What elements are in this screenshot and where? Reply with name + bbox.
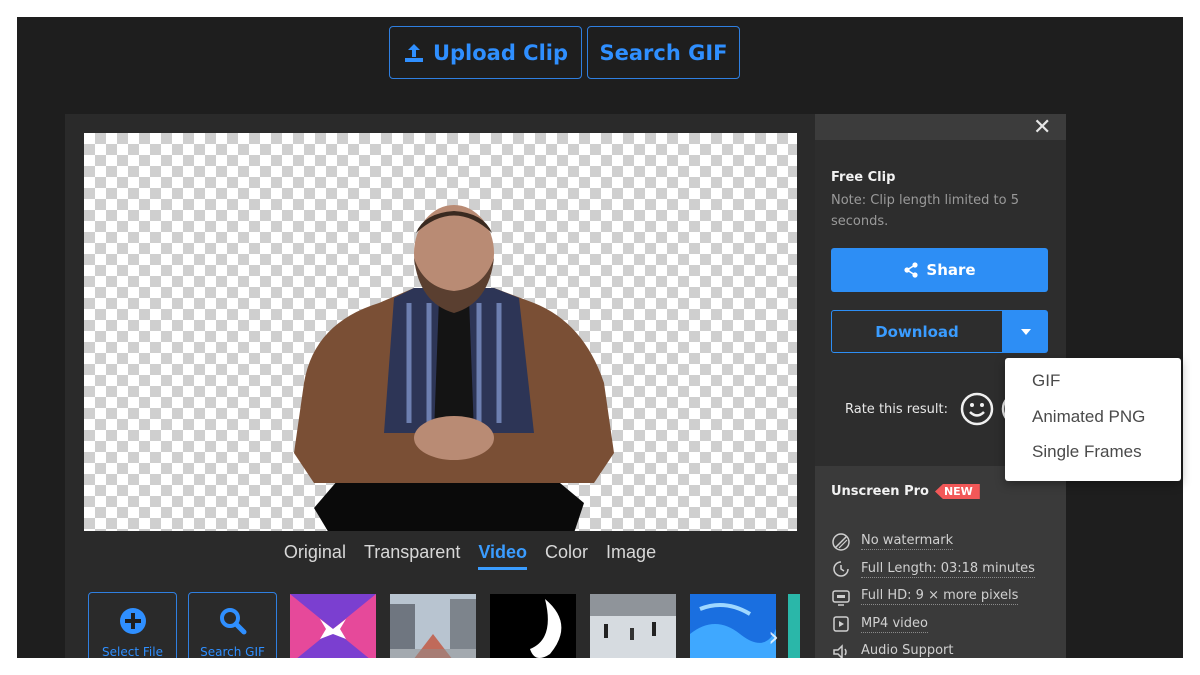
search-gif-button[interactable]: Search GIF bbox=[587, 26, 740, 79]
upload-icon bbox=[404, 43, 423, 62]
share-label: Share bbox=[926, 261, 976, 279]
share-icon bbox=[904, 262, 919, 278]
add-circle-icon bbox=[119, 608, 146, 634]
tab-transparent[interactable]: Transparent bbox=[364, 542, 460, 570]
video-preview-subject bbox=[294, 205, 614, 531]
thumbnail-city-street[interactable] bbox=[390, 594, 476, 658]
thumbnail-pink-x[interactable] bbox=[290, 594, 376, 658]
feature-no-watermark: No watermark bbox=[831, 528, 1035, 556]
thumbnail-blue-fluid[interactable] bbox=[690, 594, 776, 658]
speaker-icon bbox=[833, 643, 847, 658]
feature-label: Full Length: 03:18 minutes bbox=[861, 560, 1035, 578]
thumbnail-moon-shape[interactable] bbox=[490, 594, 576, 658]
caret-down-icon bbox=[1020, 328, 1031, 335]
play-icon bbox=[833, 616, 849, 632]
tab-image[interactable]: Image bbox=[606, 542, 656, 570]
select-file-button[interactable]: Select File bbox=[88, 592, 177, 658]
feature-mp4: MP4 video bbox=[831, 611, 1035, 639]
app-page: Upload Clip Search GIF Original Transpar… bbox=[17, 17, 1183, 658]
new-badge: NEW bbox=[934, 484, 980, 499]
hd-icon bbox=[832, 590, 850, 606]
menu-item-animated-png[interactable]: Animated PNG bbox=[1005, 407, 1181, 443]
clock-icon bbox=[833, 561, 849, 577]
feature-label: Audio Support bbox=[861, 643, 953, 658]
search-gif-label: Search GIF bbox=[599, 40, 728, 65]
tab-original[interactable]: Original bbox=[284, 542, 346, 570]
upload-clip-button[interactable]: Upload Clip bbox=[389, 26, 582, 79]
smiley-icon[interactable] bbox=[960, 392, 994, 426]
free-clip-title: Free Clip bbox=[831, 170, 896, 185]
pro-feature-list: No watermark Full Length: 03:18 minutes … bbox=[831, 528, 1035, 658]
tab-video[interactable]: Video bbox=[478, 542, 528, 570]
rate-result-label: Rate this result: bbox=[845, 402, 948, 417]
share-button[interactable]: Share bbox=[831, 248, 1048, 292]
search-gif-tile-button[interactable]: Search GIF bbox=[188, 592, 277, 658]
no-watermark-icon bbox=[832, 533, 850, 551]
download-label: Download bbox=[875, 322, 959, 341]
menu-item-gif[interactable]: GIF bbox=[1005, 371, 1181, 407]
select-file-label: Select File bbox=[102, 645, 163, 658]
upload-clip-label: Upload Clip bbox=[432, 40, 569, 65]
preview-canvas bbox=[84, 133, 797, 531]
feature-audio: Audio Support bbox=[831, 638, 1035, 658]
close-icon[interactable]: ✕ bbox=[1033, 115, 1051, 140]
thumbnail-ice-rink[interactable] bbox=[590, 594, 676, 658]
chevron-right-icon[interactable]: › bbox=[768, 620, 779, 653]
feature-label: No watermark bbox=[861, 533, 954, 551]
feature-full-length: Full Length: 03:18 minutes bbox=[831, 556, 1035, 584]
feature-label: MP4 video bbox=[861, 615, 928, 633]
download-format-menu: GIF Animated PNG Single Frames bbox=[1005, 358, 1181, 481]
pro-section-title: Unscreen Pro NEW bbox=[831, 484, 980, 499]
view-mode-tabs: Original Transparent Video Color Image bbox=[65, 542, 815, 570]
thumbnail-teal-partial[interactable] bbox=[788, 594, 800, 658]
tab-color[interactable]: Color bbox=[545, 542, 588, 570]
feature-label: Full HD: 9 × more pixels bbox=[861, 588, 1019, 606]
menu-item-single-frames[interactable]: Single Frames bbox=[1005, 442, 1181, 478]
search-icon bbox=[219, 608, 246, 635]
background-thumbnail-strip: Select File Search GIF › bbox=[88, 592, 800, 658]
search-gif-tile-label: Search GIF bbox=[200, 645, 265, 658]
download-format-dropdown-toggle[interactable] bbox=[1003, 310, 1048, 353]
download-button[interactable]: Download bbox=[831, 310, 1003, 353]
feature-full-hd: Full HD: 9 × more pixels bbox=[831, 583, 1035, 611]
free-clip-note: Note: Clip length limited to 5 seconds. bbox=[831, 193, 1019, 229]
pro-title-label: Unscreen Pro bbox=[831, 484, 929, 499]
editor-panel: Original Transparent Video Color Image S… bbox=[65, 114, 815, 658]
